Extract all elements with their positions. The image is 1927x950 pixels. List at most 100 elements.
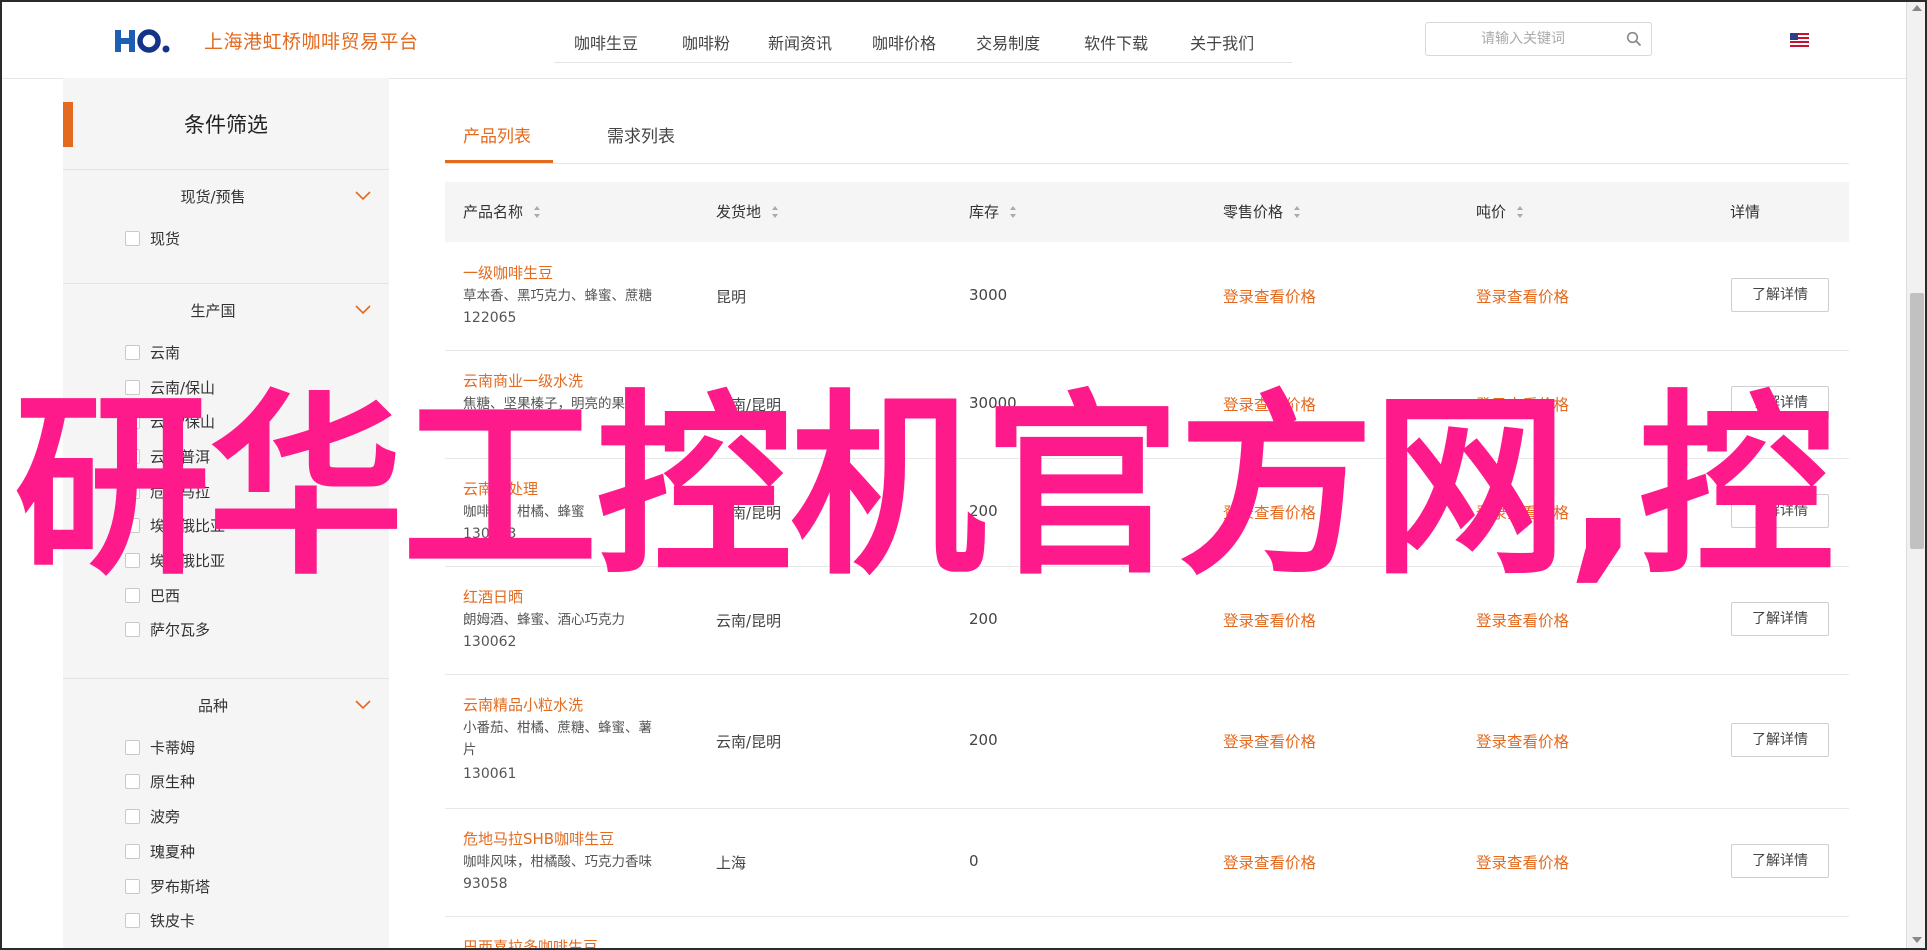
retail-price-login-link[interactable]: 登录查看价格 xyxy=(1223,851,1316,873)
tab-demand-list[interactable]: 需求列表 xyxy=(607,122,675,147)
checkbox[interactable] xyxy=(125,621,140,637)
retail-price-login-link[interactable]: 登录查看价格 xyxy=(1223,730,1316,752)
checkbox[interactable] xyxy=(125,773,140,789)
column-header-details: 详情 xyxy=(1730,203,1761,221)
filter-option-label: 云南 xyxy=(150,343,181,362)
tab-product-list[interactable]: 产品列表 xyxy=(463,122,531,147)
column-header-ton-price[interactable]: 吨价 xyxy=(1476,201,1524,222)
scrollbar-thumb[interactable] xyxy=(1910,293,1924,549)
column-header-product-name[interactable]: 产品名称 xyxy=(463,201,541,222)
stock-cell: 200 xyxy=(969,731,998,749)
checkbox[interactable] xyxy=(125,739,140,755)
ton-price-login-link[interactable]: 登录查看价格 xyxy=(1476,285,1569,307)
filter-option-label: 原生种 xyxy=(150,772,196,791)
main-nav: 咖啡生豆 咖啡粉 新闻资讯 咖啡价格 交易制度 软件下载 关于我们 xyxy=(554,20,1292,63)
checkbox[interactable] xyxy=(125,344,140,360)
search-icon[interactable] xyxy=(1626,31,1642,47)
table-header: 产品名称 发货地 库存 零售价格 吨价 详情 xyxy=(445,182,1849,242)
nav-item-green-beans[interactable]: 咖啡生豆 xyxy=(574,20,638,62)
column-header-stock[interactable]: 库存 xyxy=(969,201,1017,222)
view-details-button[interactable]: 了解详情 xyxy=(1731,602,1829,636)
search-box xyxy=(1425,22,1652,56)
search-input[interactable] xyxy=(1438,23,1608,55)
ton-price-login-link[interactable]: 登录查看价格 xyxy=(1476,851,1569,873)
filter-option-label: 萨尔瓦多 xyxy=(150,620,211,639)
origin-cell: 云南/昆明 xyxy=(716,612,782,630)
column-header-origin[interactable]: 发货地 xyxy=(716,201,779,222)
filter-option[interactable]: 罗布斯塔 xyxy=(125,876,210,896)
table-row: 危地马拉SHB咖啡生豆 咖啡风味，柑橘酸、巧克力香味 93058 上海 0 登录… xyxy=(445,808,1849,917)
product-flavor: 咖啡风味，柑橘酸、巧克力香味 xyxy=(463,854,652,870)
scroll-up-arrow-icon[interactable] xyxy=(1912,5,1922,11)
filter-option[interactable]: 卡蒂姆 xyxy=(125,737,195,757)
chevron-down-icon[interactable] xyxy=(355,305,371,315)
filter-option-label: 铁皮卡 xyxy=(150,911,196,930)
sort-icon[interactable] xyxy=(771,205,779,219)
product-flavor: 片 xyxy=(463,742,477,758)
filter-option[interactable]: 现货 xyxy=(125,228,180,248)
filter-option[interactable]: 瑰夏种 xyxy=(125,841,195,861)
origin-cell: 上海 xyxy=(716,854,747,872)
column-header-label: 零售价格 xyxy=(1223,203,1284,221)
sort-icon[interactable] xyxy=(1009,205,1017,219)
filter-option[interactable]: 铁皮卡 xyxy=(125,910,195,930)
filter-option[interactable]: 云南 xyxy=(125,342,180,362)
divider xyxy=(63,678,389,679)
stock-cell: 200 xyxy=(969,610,998,628)
product-flavor: 小番茄、柑橘、蔗糖、蜂蜜、薯 xyxy=(463,720,652,736)
site-header: 上海港虹桥咖啡贸易平台 咖啡生豆 咖啡粉 新闻资讯 咖啡价格 交易制度 软件下载… xyxy=(2,2,1906,79)
nav-item-coffee-powder[interactable]: 咖啡粉 xyxy=(682,20,730,62)
scroll-down-arrow-icon[interactable] xyxy=(1912,937,1922,943)
view-details-button[interactable]: 了解详情 xyxy=(1731,278,1829,312)
ton-price-login-link[interactable]: 登录查看价格 xyxy=(1476,730,1569,752)
table-row: 云南精品小粒水洗 小番茄、柑橘、蔗糖、蜂蜜、薯 片 130061 云南/昆明 2… xyxy=(445,674,1849,809)
sort-icon[interactable] xyxy=(533,205,541,219)
column-header-label: 发货地 xyxy=(716,203,762,221)
nav-item-about-us[interactable]: 关于我们 xyxy=(1190,20,1254,62)
active-tab-indicator xyxy=(445,160,553,163)
filter-option-label: 瑰夏种 xyxy=(150,842,196,861)
chevron-down-icon[interactable] xyxy=(355,191,371,201)
filter-group-title-variety[interactable]: 品种 xyxy=(63,695,363,716)
overlay-watermark-text: 研华工控机官方网,控 xyxy=(14,374,1834,602)
checkbox[interactable] xyxy=(125,912,140,928)
filter-option-label: 罗布斯塔 xyxy=(150,877,211,896)
nav-item-software-download[interactable]: 软件下载 xyxy=(1084,20,1148,62)
product-name-link[interactable]: 巴西喜拉多咖啡生豆 xyxy=(463,936,598,948)
chevron-down-icon[interactable] xyxy=(355,700,371,710)
nav-item-trading-rules[interactable]: 交易制度 xyxy=(976,20,1040,62)
sidebar-title: 条件筛选 xyxy=(184,113,268,137)
nav-item-coffee-prices[interactable]: 咖啡价格 xyxy=(872,20,936,62)
product-name-link[interactable]: 云南精品小粒水洗 xyxy=(463,694,583,715)
retail-price-login-link[interactable]: 登录查看价格 xyxy=(1223,285,1316,307)
product-name-link[interactable]: 一级咖啡生豆 xyxy=(463,262,553,283)
sort-icon[interactable] xyxy=(1516,205,1524,219)
column-header-label: 产品名称 xyxy=(463,203,524,221)
table-row: 一级咖啡生豆 草本香、黑巧克力、蜂蜜、蔗糖 122065 昆明 3000 登录查… xyxy=(445,242,1849,351)
view-details-button[interactable]: 了解详情 xyxy=(1731,844,1829,878)
page-scrollbar[interactable] xyxy=(1906,2,1925,948)
checkbox[interactable] xyxy=(125,230,140,246)
filter-group-title-country[interactable]: 生产国 xyxy=(63,300,363,321)
stock-cell: 0 xyxy=(969,852,979,870)
checkbox[interactable] xyxy=(125,808,140,824)
product-flavor: 朗姆酒、蜂蜜、酒心巧克力 xyxy=(463,612,625,628)
origin-cell: 云南/昆明 xyxy=(716,733,782,751)
checkbox[interactable] xyxy=(125,878,140,894)
sort-icon[interactable] xyxy=(1293,205,1301,219)
ton-price-login-link[interactable]: 登录查看价格 xyxy=(1476,609,1569,631)
filter-option[interactable]: 波旁 xyxy=(125,806,180,826)
filter-option-label: 波旁 xyxy=(150,807,181,826)
filter-option[interactable]: 萨尔瓦多 xyxy=(125,619,210,639)
retail-price-login-link[interactable]: 登录查看价格 xyxy=(1223,609,1316,631)
column-header-retail-price[interactable]: 零售价格 xyxy=(1223,201,1301,222)
site-logo[interactable] xyxy=(115,24,173,56)
checkbox[interactable] xyxy=(125,843,140,859)
filter-option[interactable]: 原生种 xyxy=(125,771,195,791)
filter-group-title-stock[interactable]: 现货/预售 xyxy=(63,186,363,207)
us-flag-icon[interactable] xyxy=(1790,33,1809,47)
site-title[interactable]: 上海港虹桥咖啡贸易平台 xyxy=(204,27,419,54)
nav-item-news[interactable]: 新闻资讯 xyxy=(768,20,832,62)
product-name-link[interactable]: 危地马拉SHB咖啡生豆 xyxy=(463,828,614,849)
view-details-button[interactable]: 了解详情 xyxy=(1731,723,1829,757)
